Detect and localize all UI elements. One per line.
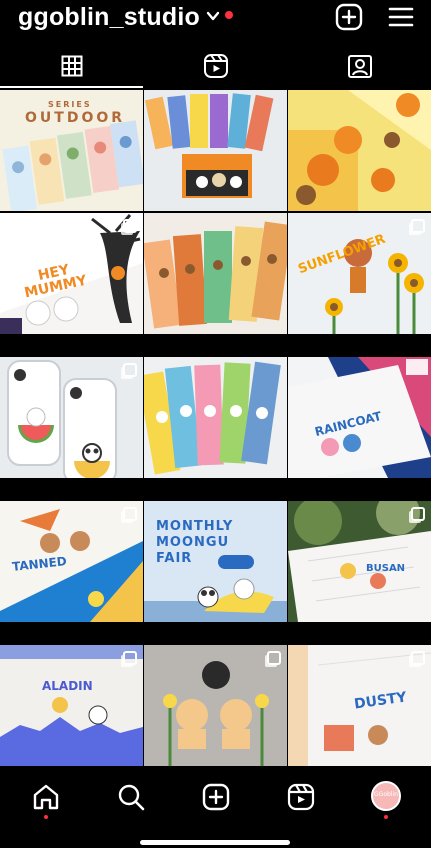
post-tile[interactable]: ALADIN xyxy=(0,645,143,766)
grid-icon xyxy=(61,55,82,77)
multi-post-icon xyxy=(123,507,137,521)
multi-post-icon xyxy=(123,651,137,665)
multi-post-icon xyxy=(267,651,281,665)
reels-icon xyxy=(203,54,228,78)
avatar-text: GGoblin xyxy=(374,791,398,798)
active-tab-indicator xyxy=(0,86,143,88)
home-notification-dot xyxy=(44,815,48,819)
search-icon[interactable] xyxy=(116,782,146,812)
post-tile[interactable]: BUSAN xyxy=(288,501,431,622)
home-icon[interactable] xyxy=(31,782,61,812)
tab-tagged[interactable] xyxy=(288,44,431,88)
post-tile[interactable]: TANNED xyxy=(0,501,143,622)
post-tile[interactable] xyxy=(288,90,431,211)
post-text: ALADIN xyxy=(42,679,93,693)
multi-post-icon xyxy=(123,219,137,233)
post-tile[interactable]: SUNFLOWER xyxy=(288,213,431,334)
create-post-icon[interactable] xyxy=(335,3,363,31)
post-tile[interactable]: SERIES OUTDOOR xyxy=(0,90,143,211)
reels-icon[interactable] xyxy=(286,782,316,812)
multi-post-icon xyxy=(123,363,137,377)
username-title[interactable]: ggoblin_studio xyxy=(18,3,200,32)
multi-post-icon xyxy=(411,507,425,521)
post-tile[interactable]: RAINCOAT xyxy=(288,357,431,478)
hamburger-menu-icon[interactable] xyxy=(387,3,415,31)
post-tile[interactable] xyxy=(144,645,287,766)
post-text: FAIR xyxy=(156,551,193,566)
post-text: SERIES xyxy=(48,100,92,109)
tagged-person-icon xyxy=(347,55,372,78)
post-tile[interactable] xyxy=(144,213,287,334)
chevron-down-icon[interactable] xyxy=(206,9,220,23)
notification-dot xyxy=(225,11,233,19)
multi-post-icon xyxy=(411,651,425,665)
post-text: MOONGU xyxy=(156,535,230,550)
tab-grid[interactable] xyxy=(0,44,143,88)
multi-post-icon xyxy=(411,219,425,233)
bottom-nav: GGoblin xyxy=(0,770,431,848)
post-tile[interactable] xyxy=(144,90,287,211)
post-tile[interactable] xyxy=(144,357,287,478)
tab-reels[interactable] xyxy=(144,44,287,88)
post-tile[interactable]: DUSTY xyxy=(288,645,431,766)
profile-tabs xyxy=(0,44,431,88)
post-text: BUSAN xyxy=(366,563,406,574)
post-text: OUTDOOR xyxy=(25,110,126,126)
avatar[interactable]: GGoblin xyxy=(371,781,401,811)
post-tile[interactable]: HEY MUMMY xyxy=(0,213,143,334)
profile-header: ggoblin_studio xyxy=(0,0,431,40)
post-tile[interactable] xyxy=(0,357,143,478)
home-indicator xyxy=(140,840,290,845)
post-tile[interactable]: MONTHLY MOONGU FAIR xyxy=(144,501,287,622)
profile-notification-dot xyxy=(384,815,388,819)
post-text: MONTHLY xyxy=(156,519,234,534)
create-icon[interactable] xyxy=(201,782,231,812)
